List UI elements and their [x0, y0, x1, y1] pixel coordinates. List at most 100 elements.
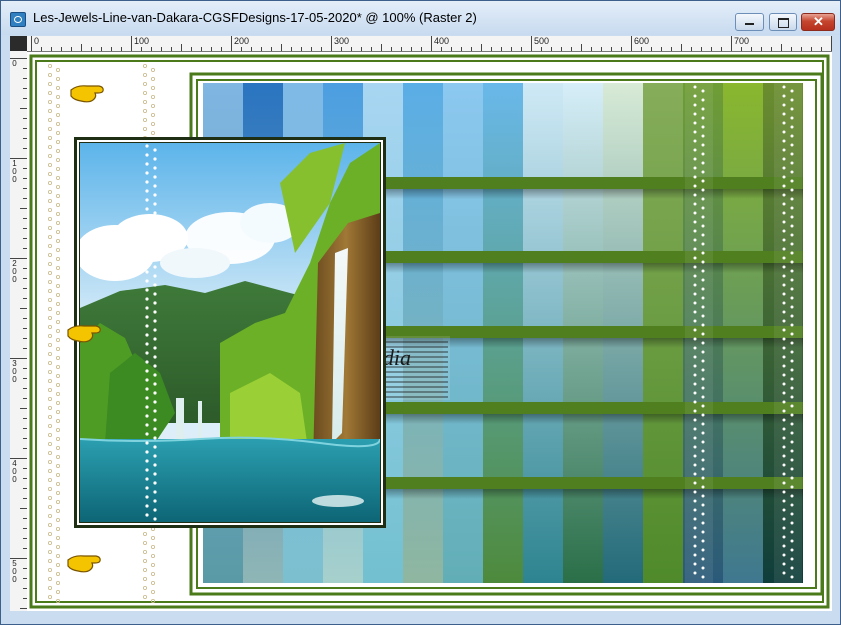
ruler-label: 600 — [634, 36, 650, 46]
jewel-dot — [55, 149, 60, 154]
ruler-tick — [20, 408, 27, 409]
jewel-dot — [701, 314, 705, 318]
ruler-tick — [631, 36, 632, 51]
jewel-dot — [782, 121, 786, 125]
jewel-dot — [55, 67, 60, 72]
jewel-dot — [47, 432, 52, 437]
jewel-dot — [701, 368, 705, 372]
ruler-tick — [561, 47, 562, 51]
ruler-horizontal[interactable]: 0 100 200 300 400 500 600 700 — [27, 36, 832, 52]
ruler-tick — [20, 208, 27, 209]
jewel-dot — [153, 184, 157, 188]
jewel-dot — [55, 238, 60, 243]
jewel-dot — [55, 247, 60, 252]
jewel-dot — [790, 404, 794, 408]
jewel-dot — [782, 301, 786, 305]
jewel-dot — [55, 535, 60, 540]
jewel-dot — [790, 224, 794, 228]
close-icon: ✕ — [813, 14, 824, 29]
jewel-dot — [145, 423, 149, 427]
ruler-tick — [171, 47, 172, 51]
title-bar[interactable]: Les-Jewels-Line-van-Dakara-CGSFDesigns-1… — [1, 1, 840, 35]
jewel-dot — [55, 445, 60, 450]
ruler-vertical[interactable]: 0 100 200 300 400 500 — [10, 51, 28, 611]
jewel-dot — [145, 495, 149, 499]
jewel-dot — [693, 166, 697, 170]
jewel-dot — [55, 193, 60, 198]
jewel-dot — [693, 337, 697, 341]
ruler-tick — [461, 47, 462, 51]
jewel-dot — [693, 508, 697, 512]
jewel-dot — [790, 548, 794, 552]
image-canvas[interactable]: claudia — [27, 52, 832, 611]
jewel-dot — [153, 427, 157, 431]
app-icon[interactable] — [10, 12, 26, 27]
jewel-dot — [782, 130, 786, 134]
jewel-dot — [47, 414, 52, 419]
jewel-dot — [151, 581, 156, 586]
ruler-tick — [641, 47, 642, 51]
scrollbar-vertical[interactable] — [832, 51, 840, 611]
jewel-dot — [790, 242, 794, 246]
jewel-dot — [47, 513, 52, 518]
waterfall-landscape-image — [80, 143, 380, 522]
jewel-dot — [790, 269, 794, 273]
jewel-dot — [782, 247, 786, 251]
jewel-dot — [47, 577, 52, 582]
jewel-dot — [47, 495, 52, 500]
ruler-tick — [141, 47, 142, 51]
jewel-dot — [701, 305, 705, 309]
jewel-dot — [701, 188, 705, 192]
jewel-dot — [153, 292, 157, 296]
jewel-dot — [782, 553, 786, 557]
jewel-dot — [153, 319, 157, 323]
jewel-dot — [782, 292, 786, 296]
jewel-dot — [693, 400, 697, 404]
jewel-dot — [790, 413, 794, 417]
jewel-dot — [47, 109, 52, 114]
jewel-dot — [47, 189, 52, 194]
jewel-dot — [153, 409, 157, 413]
jewel-dot — [47, 405, 52, 410]
jewel-dot — [790, 134, 794, 138]
jewel-dot — [693, 517, 697, 521]
jewel-dot — [790, 161, 794, 165]
jewel-dot — [47, 216, 52, 221]
jewel-dot — [782, 283, 786, 287]
jewel-dot — [47, 252, 52, 257]
jewel-dot — [55, 409, 60, 414]
jewel-dot — [145, 387, 149, 391]
jewel-dot — [790, 467, 794, 471]
jewel-dot — [47, 63, 52, 68]
ruler-tick — [741, 47, 742, 51]
maximize-button[interactable] — [769, 13, 797, 31]
jewel-dot — [145, 405, 149, 409]
ruler-tick — [281, 44, 282, 51]
jewel-dot — [701, 269, 705, 273]
jewel-dot — [55, 454, 60, 459]
jewel-dot — [47, 342, 52, 347]
ruler-tick — [591, 47, 592, 51]
ruler-tick — [51, 47, 52, 51]
jewel-dot — [145, 432, 149, 436]
ruler-tick — [731, 36, 732, 51]
close-button[interactable]: ✕ — [801, 13, 835, 31]
jewel-dot — [47, 531, 52, 536]
jewel-dot — [701, 179, 705, 183]
jewel-dot — [790, 377, 794, 381]
jewel-dot — [145, 459, 149, 463]
jewel-dot — [701, 449, 705, 453]
jewel-dot — [153, 247, 157, 251]
jewel-dot — [55, 382, 60, 387]
jewel-dot — [143, 118, 148, 123]
jewel-dot — [145, 207, 149, 211]
jewel-dot — [55, 140, 60, 145]
minimize-button[interactable] — [735, 13, 764, 31]
scrollbar-horizontal[interactable] — [27, 611, 832, 624]
jewel-dot — [701, 404, 705, 408]
jewel-dot — [55, 292, 60, 297]
jewel-dot — [55, 517, 60, 522]
jewel-dot — [782, 373, 786, 377]
jewel-dot — [145, 153, 149, 157]
jewel-dot — [55, 499, 60, 504]
